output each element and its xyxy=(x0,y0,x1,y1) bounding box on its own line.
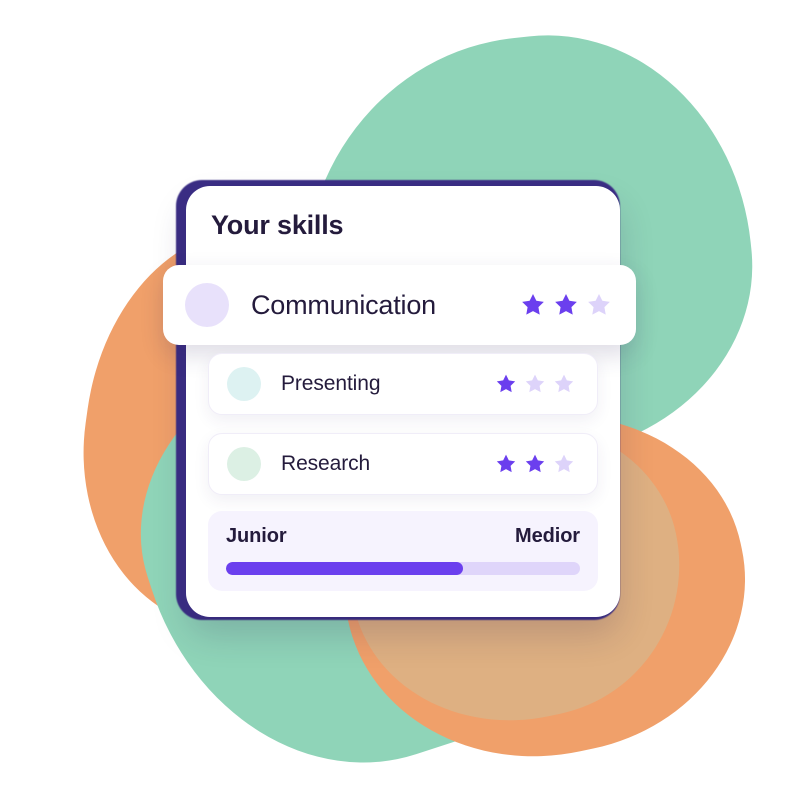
level-end-label: Medior xyxy=(515,525,580,547)
rating-stars[interactable] xyxy=(495,373,575,395)
skill-name: Research xyxy=(281,452,371,475)
skill-name: Presenting xyxy=(281,372,381,395)
rating-stars[interactable] xyxy=(495,453,575,475)
skill-row-presenting[interactable]: Presenting xyxy=(208,353,598,415)
skill-row-research[interactable]: Research xyxy=(208,433,598,495)
avatar xyxy=(185,283,229,327)
star-icon[interactable] xyxy=(524,373,546,395)
skill-name: Communication xyxy=(251,289,436,320)
star-icon[interactable] xyxy=(586,292,612,318)
level-progress-panel: Junior Medior xyxy=(208,511,598,591)
level-labels: Junior Medior xyxy=(226,525,580,548)
star-icon[interactable] xyxy=(553,453,575,475)
progress-track[interactable] xyxy=(226,562,580,575)
star-icon[interactable] xyxy=(553,292,579,318)
star-icon[interactable] xyxy=(524,453,546,475)
progress-fill xyxy=(226,562,464,575)
page-title: Your skills xyxy=(211,210,344,240)
star-icon[interactable] xyxy=(520,292,546,318)
avatar xyxy=(227,447,261,481)
star-icon[interactable] xyxy=(495,373,517,395)
star-icon[interactable] xyxy=(495,453,517,475)
rating-stars[interactable] xyxy=(520,292,612,318)
level-start-label: Junior xyxy=(226,525,287,547)
skill-row-communication[interactable]: Communication xyxy=(163,265,636,345)
avatar xyxy=(227,367,261,401)
star-icon[interactable] xyxy=(553,373,575,395)
illustration-stage: Your skills Communication Presenting Res… xyxy=(0,0,800,812)
